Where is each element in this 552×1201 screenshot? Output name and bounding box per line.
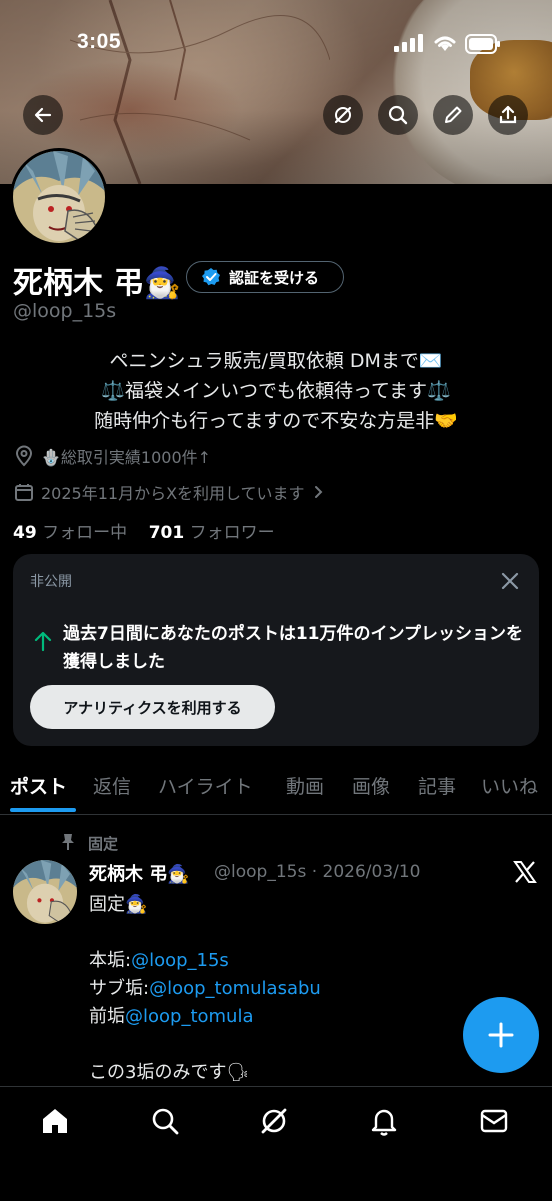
close-icon	[501, 572, 519, 590]
tab-articles[interactable]: 記事	[418, 772, 456, 799]
search-icon	[152, 1108, 179, 1135]
following-count: 49	[13, 523, 37, 543]
tab-highlights[interactable]: ハイライト	[158, 772, 253, 799]
notifications-icon	[371, 1109, 397, 1136]
tab-replies[interactable]: 返信	[93, 772, 131, 799]
grok-icon	[334, 106, 352, 124]
status-time: 3:05	[77, 30, 122, 53]
post-line-3: サブ垢:@loop_tomulasabu	[89, 974, 321, 1000]
pinned-label: 固定	[88, 835, 119, 853]
following-link[interactable]: 49 フォロー中	[13, 523, 127, 543]
post-avatar[interactable]	[13, 860, 77, 924]
profile-location: 🪬総取引実績1000件↑	[13, 444, 211, 468]
share-button[interactable]	[488, 95, 528, 135]
home-icon	[43, 1109, 67, 1133]
use-analytics-button[interactable]: アナリティクスを利用する	[30, 685, 275, 729]
private-label: 非公開	[30, 574, 72, 590]
nav-grok[interactable]	[258, 1105, 290, 1137]
private-analytics-card: 非公開 過去7日間にあなたのポストは11万件のインプレッションを獲得しました ア…	[13, 554, 539, 746]
location-text: 🪬総取引実績1000件↑	[41, 448, 212, 467]
share-icon	[499, 105, 517, 124]
location-pin-icon	[15, 445, 33, 467]
search-icon	[388, 105, 408, 125]
get-verified-button[interactable]: 認証を受ける	[186, 261, 344, 293]
avatar-image	[13, 151, 105, 243]
tab-videos[interactable]: 動画	[286, 772, 324, 799]
tab-posts[interactable]: ポスト	[10, 772, 67, 799]
close-card-button[interactable]	[499, 570, 521, 596]
get-verified-label: 認証を受ける	[229, 268, 320, 287]
post-author-name[interactable]: 死柄木 弔🧙‍♂️	[89, 860, 190, 886]
post-line-4-prefix: 前垢	[89, 1006, 125, 1027]
back-arrow-icon	[34, 107, 52, 123]
grok-button[interactable]	[323, 95, 363, 135]
tab-images[interactable]: 画像	[352, 772, 390, 799]
nav-notifications[interactable]	[368, 1105, 400, 1137]
active-tab-indicator	[10, 808, 76, 812]
post-line-2-prefix: 本垢:	[89, 950, 132, 971]
wifi-icon	[432, 33, 458, 57]
mention-main[interactable]: @loop_15s	[131, 950, 229, 971]
grok-icon	[261, 1108, 287, 1134]
profile-avatar[interactable]	[10, 148, 108, 246]
followers-count: 701	[148, 523, 185, 543]
tab-likes[interactable]: いいね	[481, 772, 538, 799]
joined-text: 2025年11月からXを利用しています	[41, 484, 305, 503]
signal-icon	[394, 34, 424, 56]
display-name: 死柄木 弔🧙‍♂️	[13, 266, 181, 301]
bio-line-1: ペニンシュラ販売/買取依頼 DMまで✉️	[109, 350, 443, 372]
nav-messages[interactable]	[478, 1105, 510, 1137]
post-line-5: この3垢のみです🗣	[89, 1062, 250, 1083]
messages-icon	[480, 1109, 508, 1133]
mention-previous[interactable]: @loop_tomula	[125, 1006, 254, 1027]
verified-badge-icon	[202, 268, 220, 286]
post-line-4: 前垢@loop_tomula	[89, 1002, 254, 1028]
mention-sub[interactable]: @loop_tomulasabu	[149, 978, 321, 999]
edit-button[interactable]	[433, 95, 473, 135]
nav-home[interactable]	[39, 1105, 71, 1137]
post-line-1: 固定🧙‍♂️	[89, 894, 148, 915]
plus-icon	[488, 1022, 514, 1048]
follow-stats: 49 フォロー中 701 フォロワー	[13, 518, 275, 543]
nav-search[interactable]	[149, 1105, 181, 1137]
x-logo-icon	[513, 860, 537, 888]
arrow-up-icon	[33, 630, 53, 656]
following-label: フォロー中	[42, 523, 128, 543]
compose-button[interactable]	[463, 997, 539, 1073]
profile-handle: @loop_15s	[13, 300, 117, 322]
calendar-icon	[15, 484, 33, 501]
chevron-right-icon	[314, 486, 322, 498]
pin-icon	[60, 833, 76, 855]
post-line-3-prefix: サブ垢:	[89, 978, 150, 999]
post-line-2: 本垢:@loop_15s	[89, 946, 229, 972]
impressions-text: 過去7日間にあなたのポストは11万件のインプレッションを獲得しました	[63, 624, 523, 672]
post-author-meta: @loop_15s · 2026/03/10	[214, 862, 421, 882]
followers-label: フォロワー	[189, 523, 275, 543]
profile-tabs: ポスト 返信 ハイライト 動画 画像 記事 いいね	[0, 762, 552, 815]
bio-line-3: 随時仲介も行ってますので不安な方是非🤝	[94, 410, 458, 432]
bio-line-2: ⚖️福袋メインいつでも依頼待ってます⚖️	[101, 380, 451, 402]
profile-joined[interactable]: 2025年11月からXを利用しています	[13, 480, 325, 504]
search-button[interactable]	[378, 95, 418, 135]
back-button[interactable]	[23, 95, 63, 135]
followers-link[interactable]: 701 フォロワー	[149, 523, 275, 543]
battery-icon	[465, 34, 501, 58]
bottom-navigation	[0, 1086, 552, 1201]
edit-icon	[445, 106, 462, 123]
